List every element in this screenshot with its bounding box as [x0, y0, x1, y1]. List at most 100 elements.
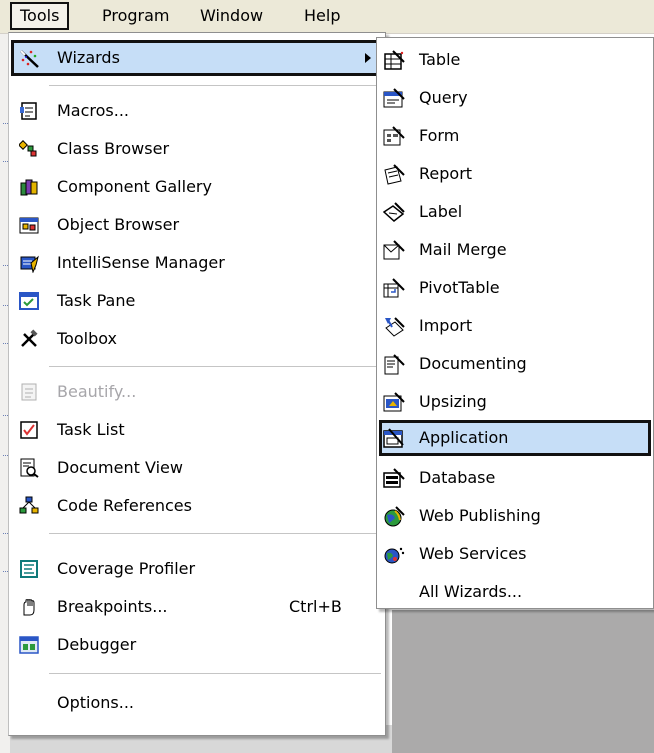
- wizard-item-report[interactable]: Report: [379, 156, 651, 192]
- menu-item-options[interactable]: Options...: [11, 685, 383, 721]
- wizard-item-pivottable[interactable]: PivotTable: [379, 270, 651, 306]
- wizard-item-form[interactable]: Form: [379, 118, 651, 154]
- menu-item-label: Coverage Profiler: [57, 559, 196, 578]
- menu-item-debugger[interactable]: Debugger: [11, 627, 383, 663]
- debugger-icon: [19, 635, 39, 655]
- component-gallery-icon: [19, 177, 39, 197]
- label-wizard-icon: [383, 202, 405, 222]
- menu-separator: [49, 673, 381, 674]
- document-view-icon: [19, 458, 39, 478]
- mail-merge-icon: [383, 240, 405, 260]
- toolbox-icon: [19, 329, 39, 349]
- wizard-item-web-services[interactable]: Web Services: [379, 536, 651, 572]
- tools-menu: Wizards Macros... Class Browser Componen…: [8, 32, 386, 736]
- wizard-item-documenting[interactable]: Documenting: [379, 346, 651, 382]
- menu-separator: [49, 85, 381, 86]
- upsizing-icon: [383, 392, 405, 412]
- menu-item-breakpoints[interactable]: Breakpoints... Ctrl+B: [11, 589, 383, 625]
- menu-item-label: Beautify...: [57, 382, 137, 401]
- table-wizard-icon: [383, 50, 405, 70]
- menu-item-label: Database: [419, 468, 496, 487]
- menu-item-intellisense-manager[interactable]: IntelliSense Manager: [11, 245, 383, 281]
- object-browser-icon: [19, 215, 39, 235]
- menu-item-code-references[interactable]: Code References: [11, 488, 383, 524]
- menu-item-label: Table: [419, 50, 461, 69]
- menu-item-label: Query: [419, 88, 468, 107]
- application-wizard-icon: [383, 428, 404, 448]
- wizard-item-import[interactable]: Import: [379, 308, 651, 344]
- menu-item-label: Application: [419, 428, 509, 447]
- menu-item-label: Debugger: [57, 635, 137, 654]
- menu-item-label: Web Publishing: [419, 506, 541, 525]
- wizard-item-application[interactable]: Application: [379, 420, 651, 456]
- menu-item-toolbox[interactable]: Toolbox: [11, 321, 383, 357]
- menu-item-label: Wizards: [57, 48, 120, 67]
- wizard-item-label[interactable]: Label: [379, 194, 651, 230]
- beautify-icon: [19, 382, 39, 402]
- menu-item-task-list[interactable]: Task List: [11, 412, 383, 448]
- menu-program[interactable]: Program: [94, 2, 178, 30]
- menu-help[interactable]: Help: [296, 2, 348, 30]
- menu-item-object-browser[interactable]: Object Browser: [11, 207, 383, 243]
- import-icon: [383, 316, 405, 337]
- menu-item-class-browser[interactable]: Class Browser: [11, 131, 383, 167]
- menu-item-label: Code References: [57, 496, 192, 515]
- wizard-item-upsizing[interactable]: Upsizing: [379, 384, 651, 420]
- menu-separator: [49, 366, 381, 367]
- menu-item-label: IntelliSense Manager: [57, 253, 225, 272]
- menu-item-label: Task Pane: [57, 291, 136, 310]
- menu-item-label: Options...: [57, 693, 134, 712]
- menu-item-label: Class Browser: [57, 139, 170, 158]
- task-pane-icon: [19, 291, 39, 311]
- menu-item-component-gallery[interactable]: Component Gallery: [11, 169, 383, 205]
- menu-item-label: Form: [419, 126, 460, 145]
- menu-item-label: Upsizing: [419, 392, 487, 411]
- menu-item-label: Web Services: [419, 544, 527, 563]
- menu-item-beautify[interactable]: Beautify...: [11, 374, 383, 410]
- breakpoints-icon: [19, 597, 39, 617]
- wizard-item-all-wizards[interactable]: All Wizards...: [379, 574, 651, 610]
- menu-separator: [49, 533, 381, 534]
- menu-item-label: Macros...: [57, 101, 130, 120]
- query-wizard-icon: [383, 88, 405, 108]
- menu-item-label: PivotTable: [419, 278, 500, 297]
- menu-item-macros[interactable]: Macros...: [11, 93, 383, 129]
- menu-tools[interactable]: Tools: [10, 2, 70, 30]
- pivottable-icon: [383, 278, 405, 298]
- application-background: [392, 610, 654, 753]
- wand-icon: [19, 48, 39, 68]
- menu-item-coverage-profiler[interactable]: Coverage Profiler: [11, 551, 383, 587]
- menu-item-label: Breakpoints...: [57, 597, 168, 616]
- menu-item-label: Component Gallery: [57, 177, 212, 196]
- task-list-icon: [19, 420, 39, 440]
- menu-window[interactable]: Window: [192, 2, 271, 30]
- wizard-item-web-publishing[interactable]: Web Publishing: [379, 498, 651, 534]
- wizard-item-database[interactable]: Database: [379, 460, 651, 496]
- menu-item-wizards[interactable]: Wizards: [11, 40, 383, 76]
- wizard-item-table[interactable]: Table: [379, 42, 651, 78]
- menu-item-label: Mail Merge: [419, 240, 507, 259]
- code-references-icon: [19, 496, 39, 516]
- coverage-profiler-icon: [19, 559, 39, 579]
- menu-item-document-view[interactable]: Document View: [11, 450, 383, 486]
- wizards-submenu: Table Query Form Report Label Mail Merge: [376, 37, 654, 609]
- menu-item-label: Document View: [57, 458, 183, 477]
- documenting-icon: [383, 354, 405, 375]
- menu-item-label: Task List: [57, 420, 125, 439]
- menu-bar: Tools Program Window Help: [0, 0, 654, 34]
- class-browser-icon: [19, 139, 39, 159]
- web-publishing-icon: [383, 506, 405, 527]
- wizard-item-mail-merge[interactable]: Mail Merge: [379, 232, 651, 268]
- wizard-item-query[interactable]: Query: [379, 80, 651, 116]
- intellisense-icon: [19, 253, 39, 273]
- macros-icon: [19, 101, 39, 121]
- shortcut-label: Ctrl+B: [289, 597, 342, 616]
- database-wizard-icon: [383, 468, 405, 488]
- menu-item-label: All Wizards...: [419, 582, 523, 601]
- menu-item-label: Documenting: [419, 354, 527, 373]
- menu-item-label: Import: [419, 316, 473, 335]
- menu-item-label: Toolbox: [57, 329, 117, 348]
- menu-item-task-pane[interactable]: Task Pane: [11, 283, 383, 319]
- submenu-arrow-icon: [365, 53, 371, 63]
- form-wizard-icon: [383, 126, 405, 146]
